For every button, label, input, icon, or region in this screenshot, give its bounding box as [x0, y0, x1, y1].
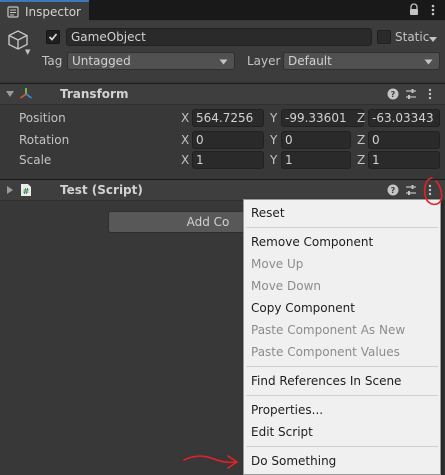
- axis-z-label[interactable]: Z: [357, 131, 365, 149]
- axis-y-label[interactable]: Y: [270, 131, 277, 149]
- more-icon[interactable]: [426, 88, 434, 100]
- scale-label: Scale: [19, 153, 52, 167]
- axis-x-label[interactable]: X: [181, 151, 189, 169]
- object-name-input[interactable]: GameObject: [66, 28, 372, 46]
- axis-y-label[interactable]: Y: [270, 151, 277, 169]
- icon-dropdown-caret-icon[interactable]: ▼: [25, 48, 30, 56]
- script-icon: #: [21, 184, 31, 196]
- menu-item-move-up: Move Up: [251, 257, 304, 271]
- foldout-expanded-icon[interactable]: [6, 90, 14, 98]
- axis-x-label[interactable]: X: [181, 131, 189, 149]
- scale-x-field[interactable]: 1: [192, 151, 264, 169]
- tag-label: Tag: [42, 54, 63, 68]
- axis-z-label[interactable]: Z: [357, 151, 365, 169]
- menu-item-remove-component[interactable]: Remove Component: [251, 234, 373, 250]
- chevron-down-icon: [219, 59, 228, 65]
- rotation-z-field[interactable]: 0: [368, 131, 440, 149]
- menu-separator: [246, 446, 438, 447]
- rotation-label: Rotation: [19, 133, 70, 147]
- help-icon[interactable]: ?: [387, 184, 399, 196]
- scale-z-field[interactable]: 1: [368, 151, 440, 169]
- position-x-field[interactable]: 564.7256: [192, 109, 264, 127]
- menu-item-find-references[interactable]: Find References In Scene: [251, 373, 401, 389]
- menu-item-paste-values: Paste Component Values: [251, 345, 400, 359]
- axis-y-label[interactable]: Y: [270, 109, 277, 127]
- static-dropdown-caret-icon[interactable]: [428, 33, 438, 42]
- layer-label: Layer: [247, 54, 281, 68]
- foldout-collapsed-icon[interactable]: [6, 186, 14, 194]
- annotation-circle-mark: [423, 177, 443, 206]
- transform-header[interactable]: Transform ?: [0, 83, 445, 105]
- script-component-header[interactable]: # Test (Script) ?: [0, 179, 445, 201]
- menu-separator: [246, 227, 438, 228]
- rotation-y-field[interactable]: 0: [281, 131, 351, 149]
- static-label: Static: [395, 30, 430, 44]
- chevron-down-icon: [424, 59, 433, 65]
- layer-value: Default: [288, 54, 332, 68]
- context-menu: Reset Remove Component Move Up Move Down…: [243, 199, 441, 475]
- tag-value: Untagged: [72, 54, 131, 68]
- svg-text:?: ?: [391, 186, 396, 195]
- position-y-field[interactable]: -99.33601: [281, 109, 364, 127]
- transform-axes-icon: [20, 88, 32, 99]
- help-icon[interactable]: ?: [387, 88, 399, 100]
- menu-item-reset[interactable]: Reset: [251, 205, 285, 221]
- axis-z-label[interactable]: Z: [357, 109, 365, 127]
- menu-separator: [246, 366, 438, 367]
- tab-title: Inspector: [25, 4, 81, 19]
- script-component-title: Test (Script): [60, 183, 143, 197]
- lock-icon[interactable]: [408, 3, 420, 17]
- active-checkbox[interactable]: [46, 30, 60, 44]
- menu-item-copy-component[interactable]: Copy Component: [251, 300, 355, 316]
- static-checkbox[interactable]: [377, 30, 391, 44]
- tag-dropdown[interactable]: Untagged: [67, 52, 235, 70]
- preset-icon[interactable]: [405, 184, 417, 196]
- menu-item-edit-script[interactable]: Edit Script: [251, 424, 313, 440]
- position-z-field[interactable]: -63.03343: [368, 109, 440, 127]
- layer-dropdown[interactable]: Default: [283, 52, 440, 70]
- menu-item-do-something[interactable]: Do Something: [251, 453, 336, 469]
- rotation-x-field[interactable]: 0: [192, 131, 264, 149]
- position-label: Position: [19, 111, 66, 125]
- tab-more-icon[interactable]: [427, 3, 439, 17]
- svg-text:#: #: [23, 187, 30, 196]
- annotation-arrow: [183, 455, 238, 469]
- scale-y-field[interactable]: 1: [281, 151, 351, 169]
- inspector-icon: [6, 5, 20, 19]
- menu-item-paste-as-new: Paste Component As New: [251, 323, 406, 337]
- transform-title: Transform: [60, 87, 129, 101]
- menu-item-move-down: Move Down: [251, 279, 321, 293]
- menu-separator: [246, 395, 438, 396]
- svg-text:?: ?: [391, 90, 396, 99]
- preset-icon[interactable]: [405, 88, 417, 100]
- tab-inspector[interactable]: Inspector: [0, 0, 89, 21]
- axis-x-label[interactable]: X: [181, 109, 189, 127]
- menu-item-properties[interactable]: Properties...: [251, 402, 323, 418]
